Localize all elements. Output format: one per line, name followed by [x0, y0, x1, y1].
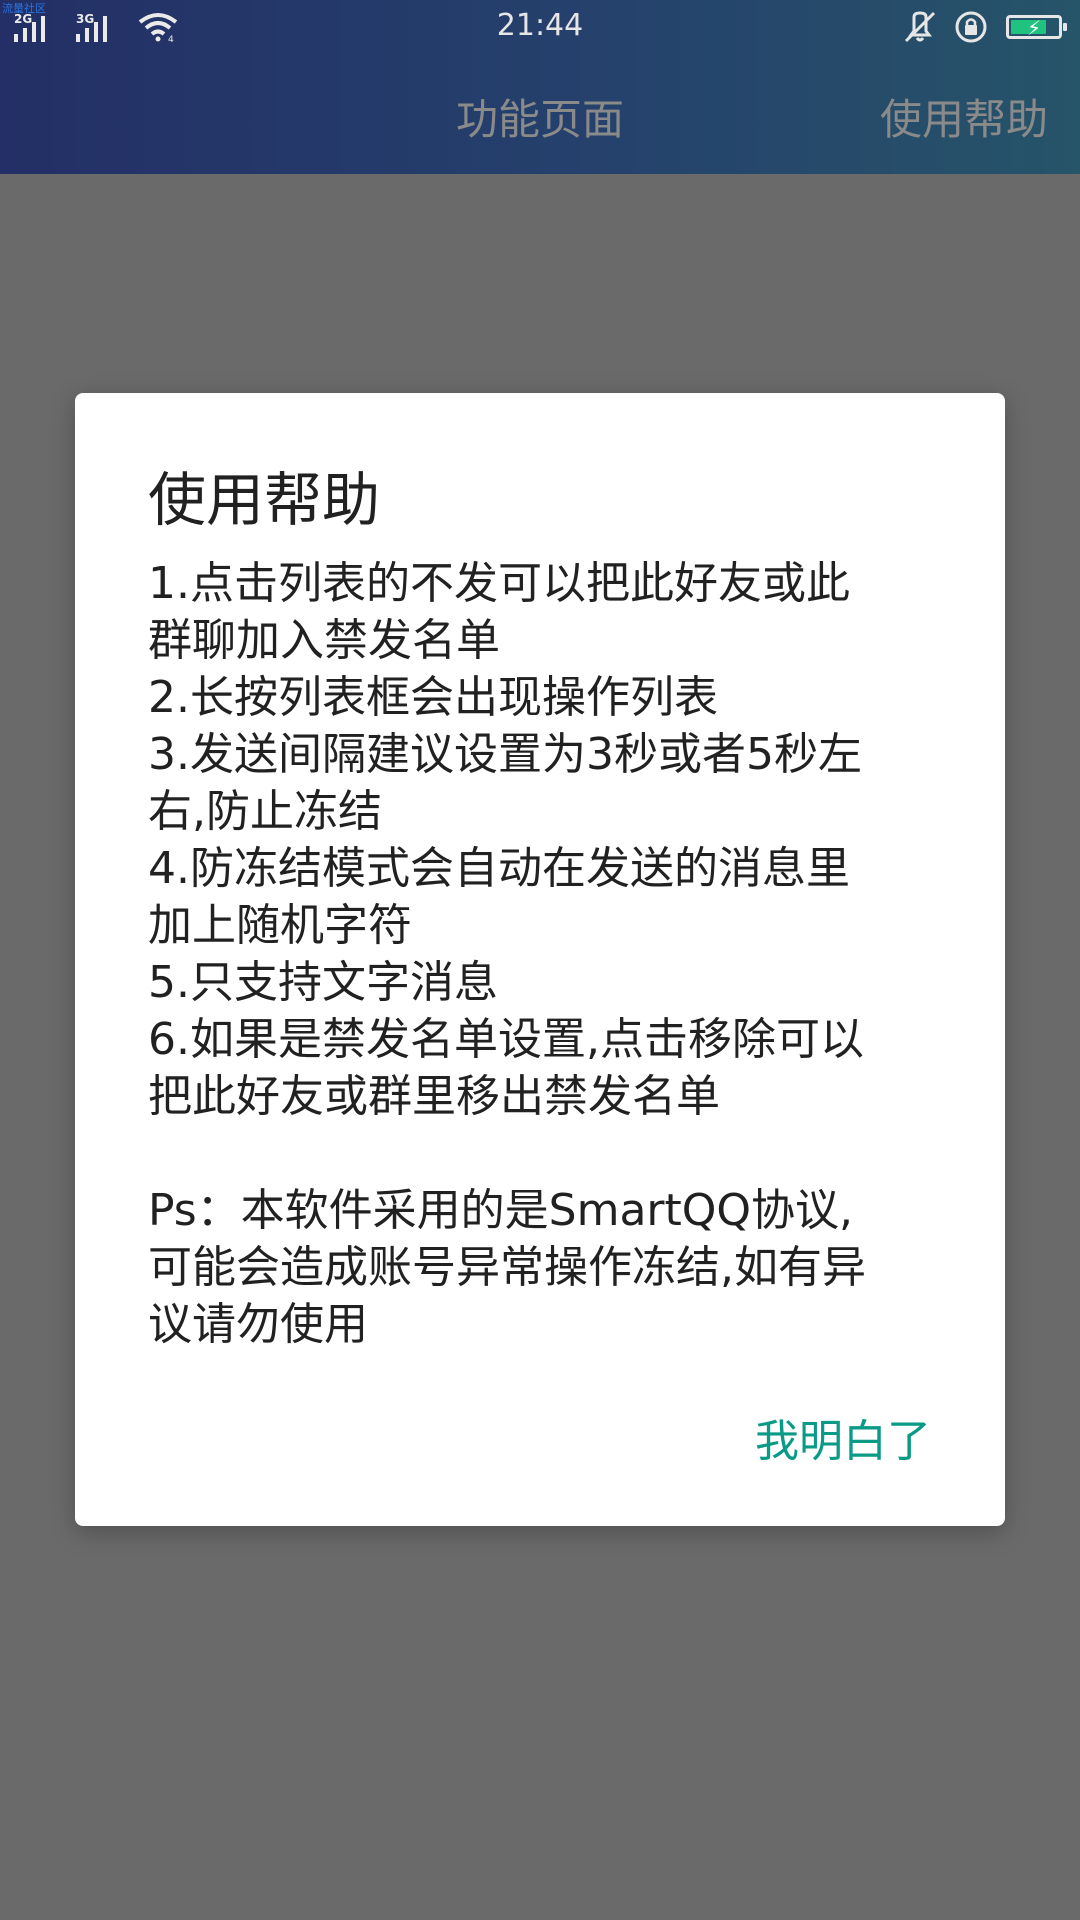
help-line: 1.点击列表的不发可以把此好友或此 — [148, 558, 850, 609]
ps-line: Ps：本软件采用的是SmartQQ协议, — [148, 1185, 854, 1236]
help-dialog: 使用帮助 1.点击列表的不发可以把此好友或此 群聊加入禁发名单 2.长按列表框会… — [75, 393, 1005, 1526]
ps-line: 可能会造成账号异常操作冻结,如有异 — [148, 1242, 866, 1293]
tab-function-page[interactable]: 功能页面 — [456, 86, 624, 147]
status-right-icons: ⚡ — [902, 10, 1067, 44]
ps-line: 议请勿使用 — [148, 1299, 368, 1350]
app-bar: 功能页面 使用帮助 — [0, 56, 1080, 174]
help-line: 右,防止冻结 — [148, 786, 382, 837]
confirm-button[interactable]: 我明白了 — [755, 1405, 931, 1469]
help-line: 4.防冻结模式会自动在发送的消息里 — [148, 843, 850, 894]
help-line: 3.发送间隔建议设置为3秒或者5秒左 — [148, 729, 862, 780]
dialog-body: 1.点击列表的不发可以把此好友或此 群聊加入禁发名单 2.长按列表框会出现操作列… — [148, 555, 938, 1353]
dialog-title: 使用帮助 — [148, 466, 381, 534]
top-bar: 流量社区 2G 3G 4 21:44 ⚡ 功能页面 使用帮助 — [0, 0, 1080, 174]
rotation-lock-icon — [955, 11, 987, 43]
help-line: 群聊加入禁发名单 — [148, 615, 500, 666]
help-line: 5.只支持文字消息 — [148, 957, 498, 1008]
vibrate-off-icon — [904, 11, 936, 43]
help-line: 2.长按列表框会出现操作列表 — [148, 672, 718, 723]
status-bar: 流量社区 2G 3G 4 21:44 ⚡ — [0, 0, 1080, 56]
battery-charging-icon: ⚡ — [1006, 15, 1067, 40]
help-line: 6.如果是禁发名单设置,点击移除可以 — [148, 1014, 864, 1065]
help-line: 把此好友或群里移出禁发名单 — [148, 1071, 720, 1122]
tab-help[interactable]: 使用帮助 — [880, 86, 1048, 147]
help-line: 加上随机字符 — [148, 900, 412, 951]
